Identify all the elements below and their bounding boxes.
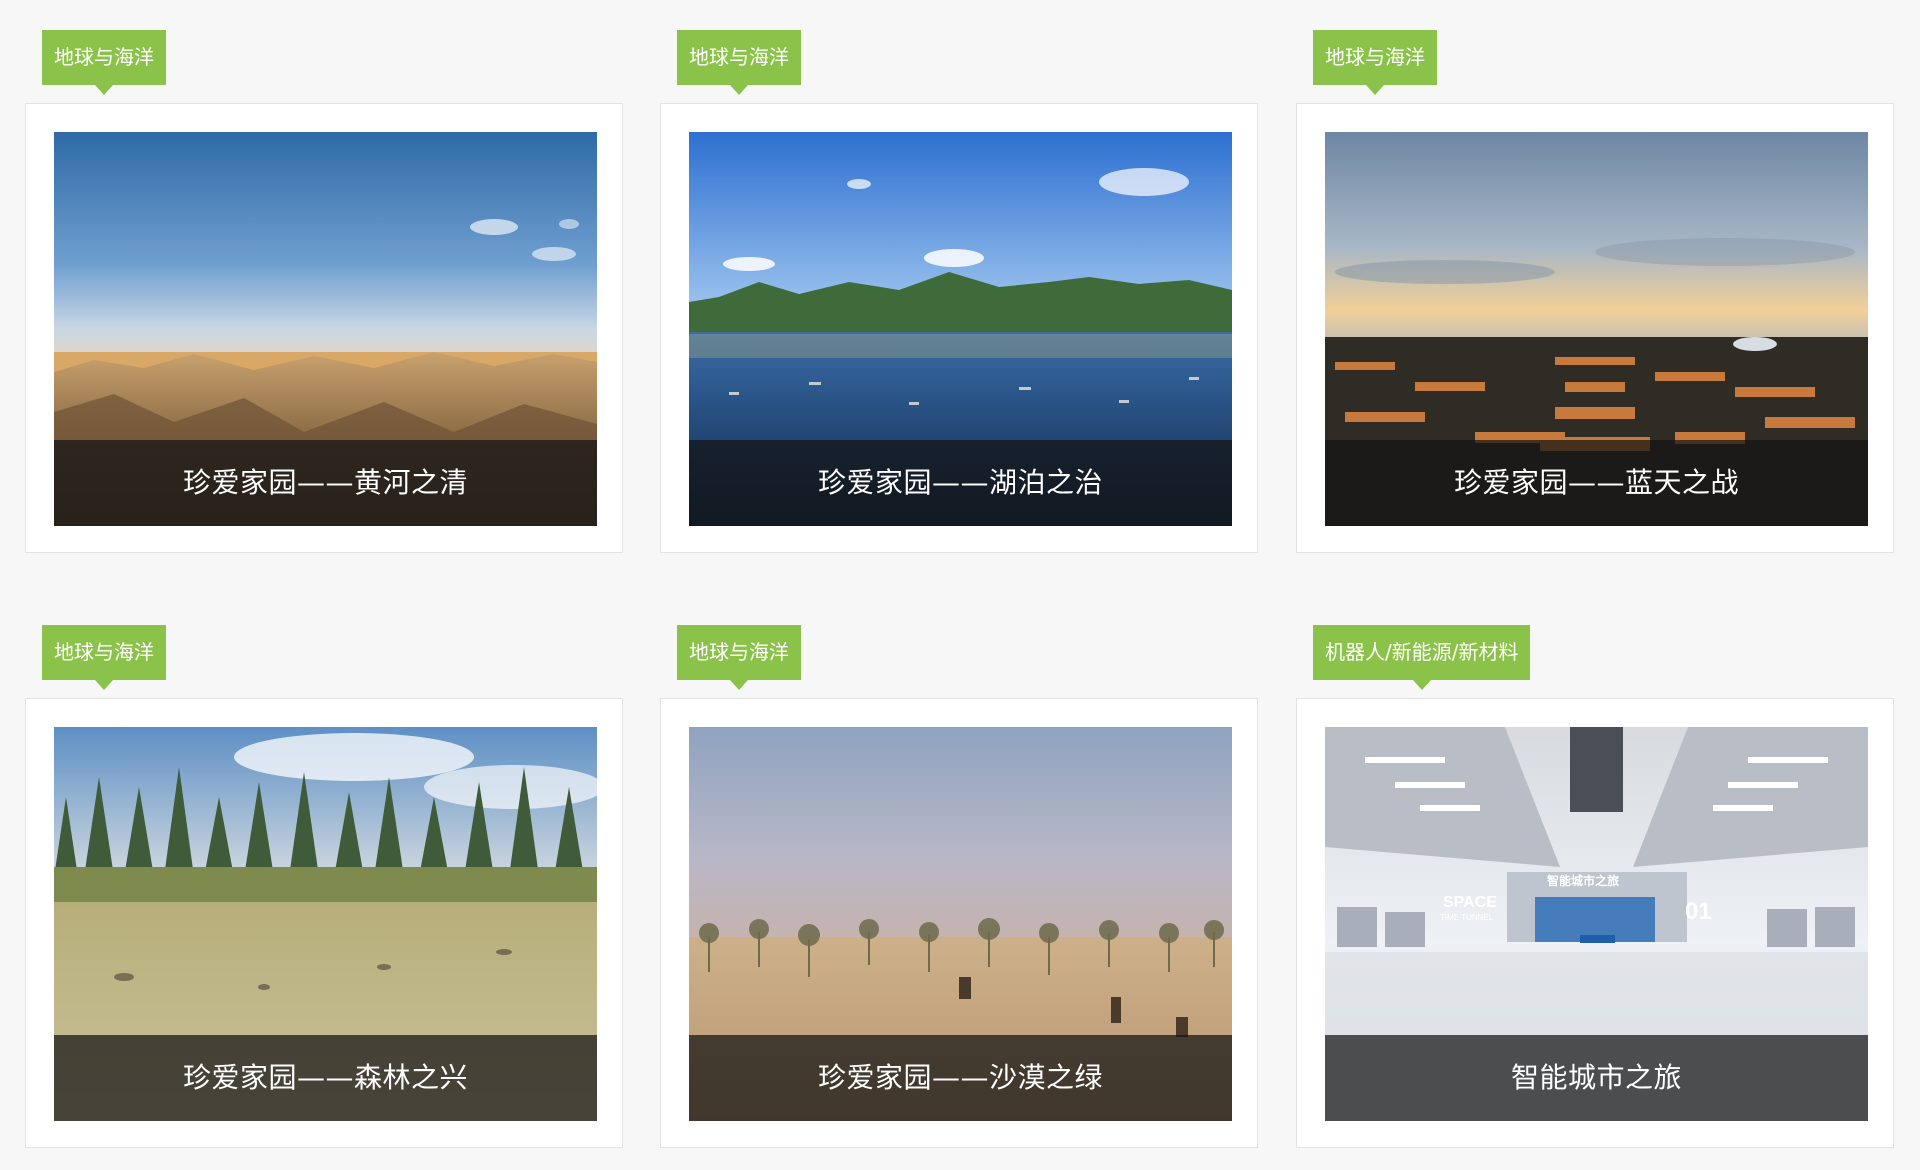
scene-text-space: SPACE [1443, 894, 1497, 911]
category-tag[interactable]: 地球与海洋 [42, 30, 166, 95]
thumbnail-image[interactable]: 珍爱家园——蓝天之战 [1325, 132, 1868, 526]
category-tag[interactable]: 地球与海洋 [1313, 30, 1437, 95]
thumbnail-image[interactable]: 珍爱家园——沙漠之绿 [689, 727, 1232, 1121]
content-grid: 地球与海洋 珍爱家园——黄河之清 地球与海洋 珍爱家园——湖泊之治 地球与海洋 … [0, 0, 1920, 1170]
card-title: 珍爱家园——湖泊之治 [689, 440, 1232, 526]
thumbnail-image[interactable]: 珍爱家园——黄河之清 [54, 132, 597, 526]
category-tag[interactable]: 地球与海洋 [677, 30, 801, 95]
scene-text-number: 01 [1685, 898, 1712, 925]
card-title: 珍爱家园——沙漠之绿 [689, 1035, 1232, 1121]
card-title: 珍爱家园——蓝天之战 [1325, 440, 1868, 526]
card-link[interactable]: 珍爱家园——蓝天之战 [1296, 103, 1894, 553]
thumbnail-image[interactable]: SPACE TIME TUNNEL 智能城市之旅 01 智能城市之旅 [1325, 727, 1868, 1121]
card-link[interactable]: 珍爱家园——沙漠之绿 [660, 698, 1258, 1148]
category-tag[interactable]: 地球与海洋 [42, 625, 166, 690]
card-link[interactable]: 珍爱家园——森林之兴 [25, 698, 623, 1148]
card-link[interactable]: 珍爱家园——湖泊之治 [660, 103, 1258, 553]
category-tag[interactable]: 地球与海洋 [677, 625, 801, 690]
thumbnail-image[interactable]: 珍爱家园——森林之兴 [54, 727, 597, 1121]
card-title: 珍爱家园——森林之兴 [54, 1035, 597, 1121]
content-card: 地球与海洋 [25, 0, 626, 555]
scene-text-title: 智能城市之旅 [1546, 873, 1619, 888]
content-card: 地球与海洋 [660, 595, 1261, 1150]
card-title: 智能城市之旅 [1325, 1035, 1868, 1121]
scene-text-tunnel: TIME TUNNEL [1440, 913, 1494, 922]
thumbnail-image[interactable]: 珍爱家园——湖泊之治 [689, 132, 1232, 526]
card-link[interactable]: SPACE TIME TUNNEL 智能城市之旅 01 智能城市之旅 [1296, 698, 1894, 1148]
content-card: 机器人/新能源/新材料 SPACE TIME TUNNEL 智能城市之旅 01 … [1296, 595, 1897, 1150]
card-link[interactable]: 珍爱家园——黄河之清 [25, 103, 623, 553]
content-card: 地球与海洋 [25, 595, 626, 1150]
content-card: 地球与海洋 [1296, 0, 1897, 555]
card-title: 珍爱家园——黄河之清 [54, 440, 597, 526]
category-tag[interactable]: 机器人/新能源/新材料 [1313, 625, 1531, 690]
content-card: 地球与海洋 [660, 0, 1261, 555]
